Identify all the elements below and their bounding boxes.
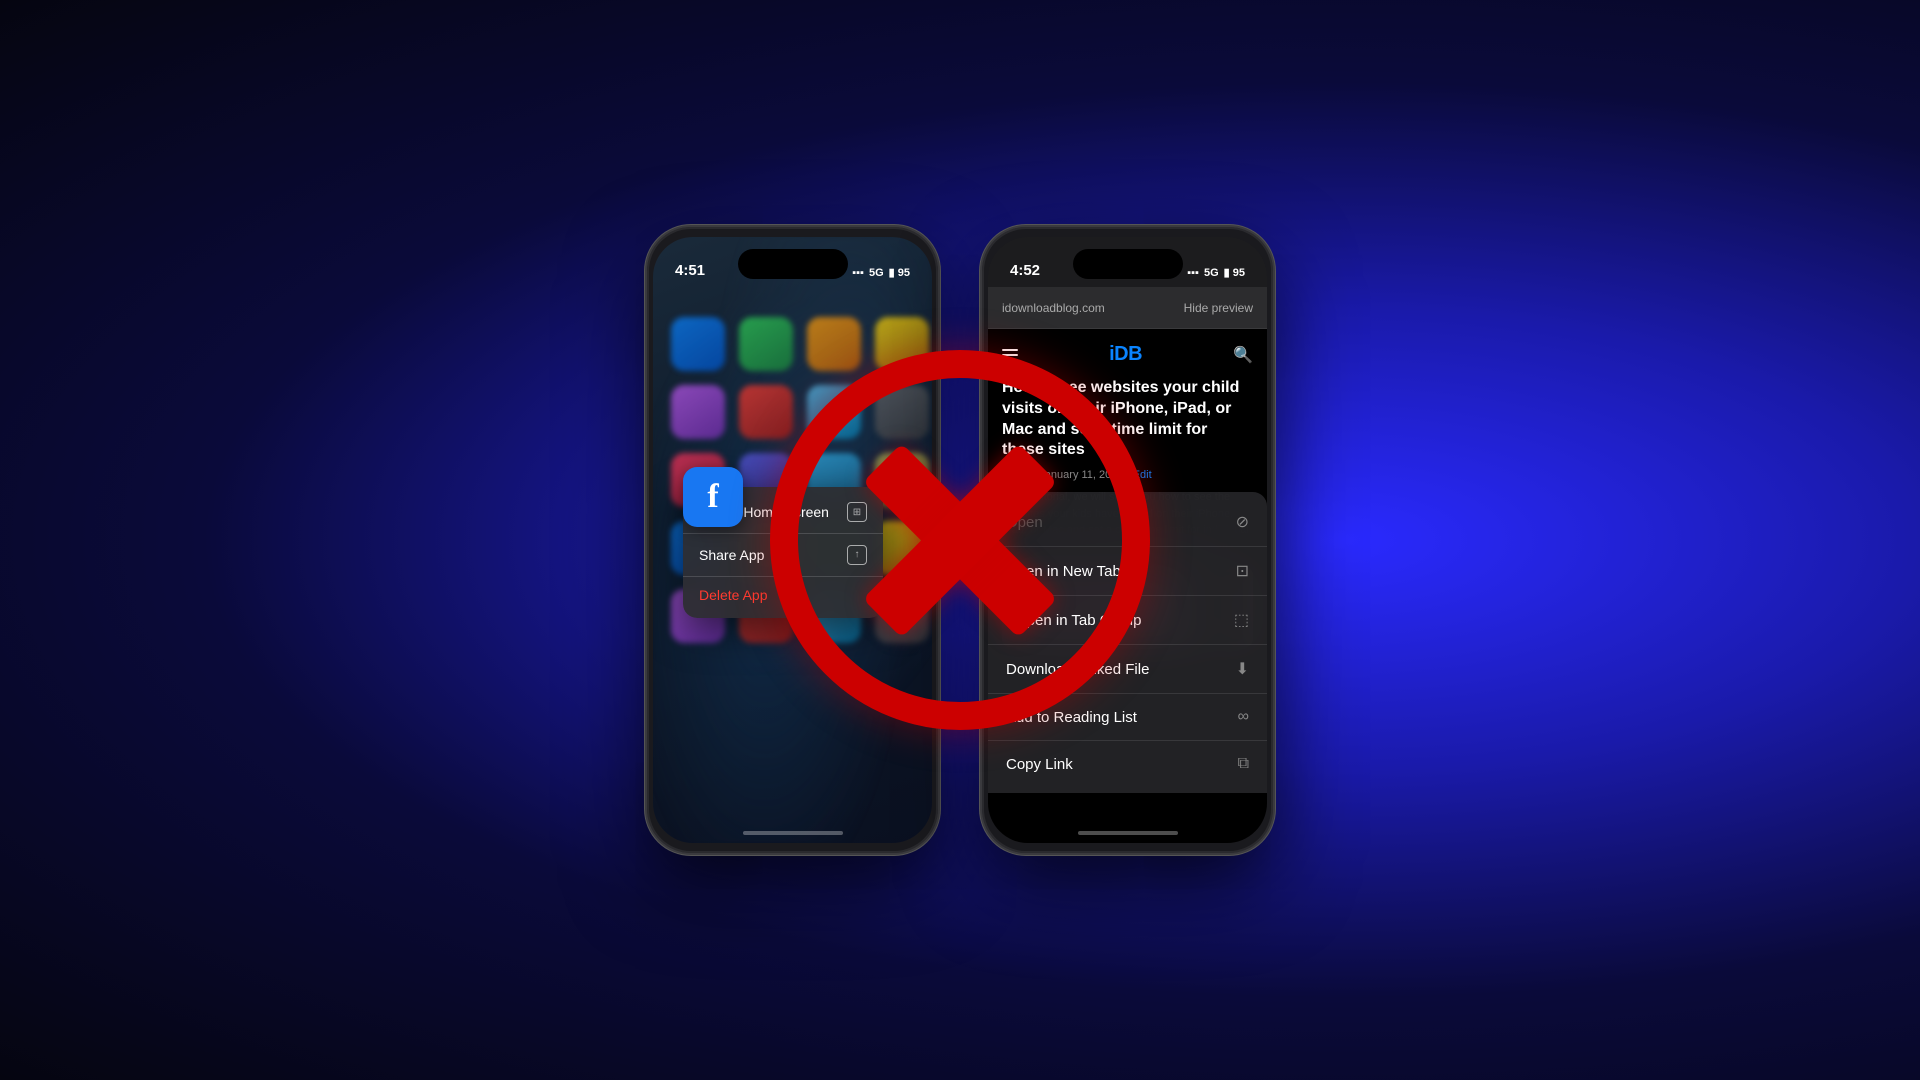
app-icon-20 [875, 589, 929, 643]
context-open-tab-group[interactable]: ›Open in Tab Group ⬚ [988, 596, 1267, 645]
menu-item-share-app[interactable]: Share App ↑ [683, 534, 883, 576]
home-indicator-1 [743, 831, 843, 835]
article-header: iDB 🔍 [1002, 343, 1253, 366]
idb-logo-db: DB [1114, 343, 1142, 365]
context-download-label: Download Linked File [1006, 661, 1149, 678]
app-icon-6 [739, 385, 793, 439]
battery-2: ▮ 95 [1224, 266, 1245, 279]
context-copy-link-label: Copy Link [1006, 756, 1073, 773]
idb-logo: iDB [1109, 343, 1142, 366]
app-icon-8 [875, 385, 929, 439]
facebook-app-icon: f [683, 467, 743, 527]
app-icon-5 [671, 385, 725, 439]
status-icons-1: ▪▪▪ 5G ▮ 95 [852, 266, 910, 279]
home-indicator-2 [1078, 831, 1178, 835]
context-download-linked-file[interactable]: Download Linked File ⬇ [988, 645, 1267, 694]
phone-2: 4:52 ▪▪▪ 5G ▮ 95 idownloadblog.com Hide … [980, 225, 1275, 855]
search-icon[interactable]: 🔍 [1233, 345, 1253, 365]
article-edit-link[interactable]: Edit [1133, 469, 1152, 481]
context-open-label: Open [1006, 514, 1043, 531]
dynamic-island-1 [738, 249, 848, 279]
context-open-tab-group-label: ›Open in Tab Group [1006, 612, 1141, 629]
time-2: 4:52 [1010, 262, 1040, 279]
time-1: 4:51 [675, 262, 705, 279]
download-icon: ⬇ [1236, 659, 1249, 679]
facebook-letter: f [707, 478, 718, 516]
scene: 4:51 ▪▪▪ 5G ▮ 95 [645, 225, 1275, 855]
tab-group-icon: ⬚ [1234, 610, 1249, 630]
article-date: January 11, 2024 [1039, 469, 1123, 481]
hamburger-icon[interactable] [1002, 349, 1018, 361]
context-open-new-tab-label: Open in New Tab [1006, 563, 1121, 580]
app-icon-2 [739, 317, 793, 371]
app-icon-12 [875, 453, 929, 507]
safari-context-menu: Open ⊘ Open in New Tab ⊡ ›Open in Tab Gr… [988, 492, 1267, 793]
circle-slash-icon: ⊘ [1236, 512, 1249, 532]
phone-1-screen: 4:51 ▪▪▪ 5G ▮ 95 [653, 237, 932, 843]
status-icons-2: ▪▪▪ 5G ▮ 95 [1187, 266, 1245, 279]
app-icon-1 [671, 317, 725, 371]
phone-2-screen: 4:52 ▪▪▪ 5G ▮ 95 idownloadblog.com Hide … [988, 237, 1267, 843]
app-icon-16 [875, 521, 929, 575]
app-icon-4 [875, 317, 929, 371]
context-reading-list-label: Add to Reading List [1006, 709, 1137, 726]
safari-hide-preview-button[interactable]: Hide preview [1184, 301, 1253, 315]
article-author: Thakur [1002, 469, 1036, 481]
context-copy-link[interactable]: Copy Link ⧉ [988, 741, 1267, 787]
plus-square-icon: ⊞ [847, 502, 867, 522]
context-open[interactable]: Open ⊘ [988, 498, 1267, 547]
phone-1: 4:51 ▪▪▪ 5G ▮ 95 [645, 225, 940, 855]
article-area: iDB 🔍 How to see websites your child vis… [988, 329, 1267, 843]
app-icon-7 [807, 385, 861, 439]
safari-url-text: idownloadblog.com [1002, 301, 1105, 315]
network-type-2: 5G [1204, 267, 1219, 279]
context-open-new-tab[interactable]: Open in New Tab ⊡ [988, 547, 1267, 596]
share-icon: ↑ [847, 545, 867, 565]
article-title: How to see websites your child visits on… [1002, 378, 1253, 461]
dynamic-island-2 [1073, 249, 1183, 279]
context-add-reading-list[interactable]: Add to Reading List ∞ [988, 694, 1267, 741]
safari-url-bar[interactable]: idownloadblog.com Hide preview [988, 287, 1267, 329]
infinity-icon: ∞ [1238, 708, 1249, 726]
signal-icon-2: ▪▪▪ [1187, 267, 1199, 279]
menu-item-share-label: Share App [699, 547, 764, 563]
tab-icon: ⊡ [1236, 561, 1249, 581]
arrow-right-icon: › [1006, 612, 1011, 629]
menu-item-delete-app[interactable]: Delete App [683, 576, 883, 614]
menu-item-delete-label: Delete App [699, 587, 768, 603]
article-meta: Thakur January 11, 2024 / Edit [1002, 469, 1253, 481]
battery-1: ▮ 95 [889, 266, 910, 279]
app-icon-3 [807, 317, 861, 371]
network-type-1: 5G [869, 267, 884, 279]
copy-icon: ⧉ [1238, 755, 1249, 773]
signal-icon-1: ▪▪▪ [852, 267, 864, 279]
